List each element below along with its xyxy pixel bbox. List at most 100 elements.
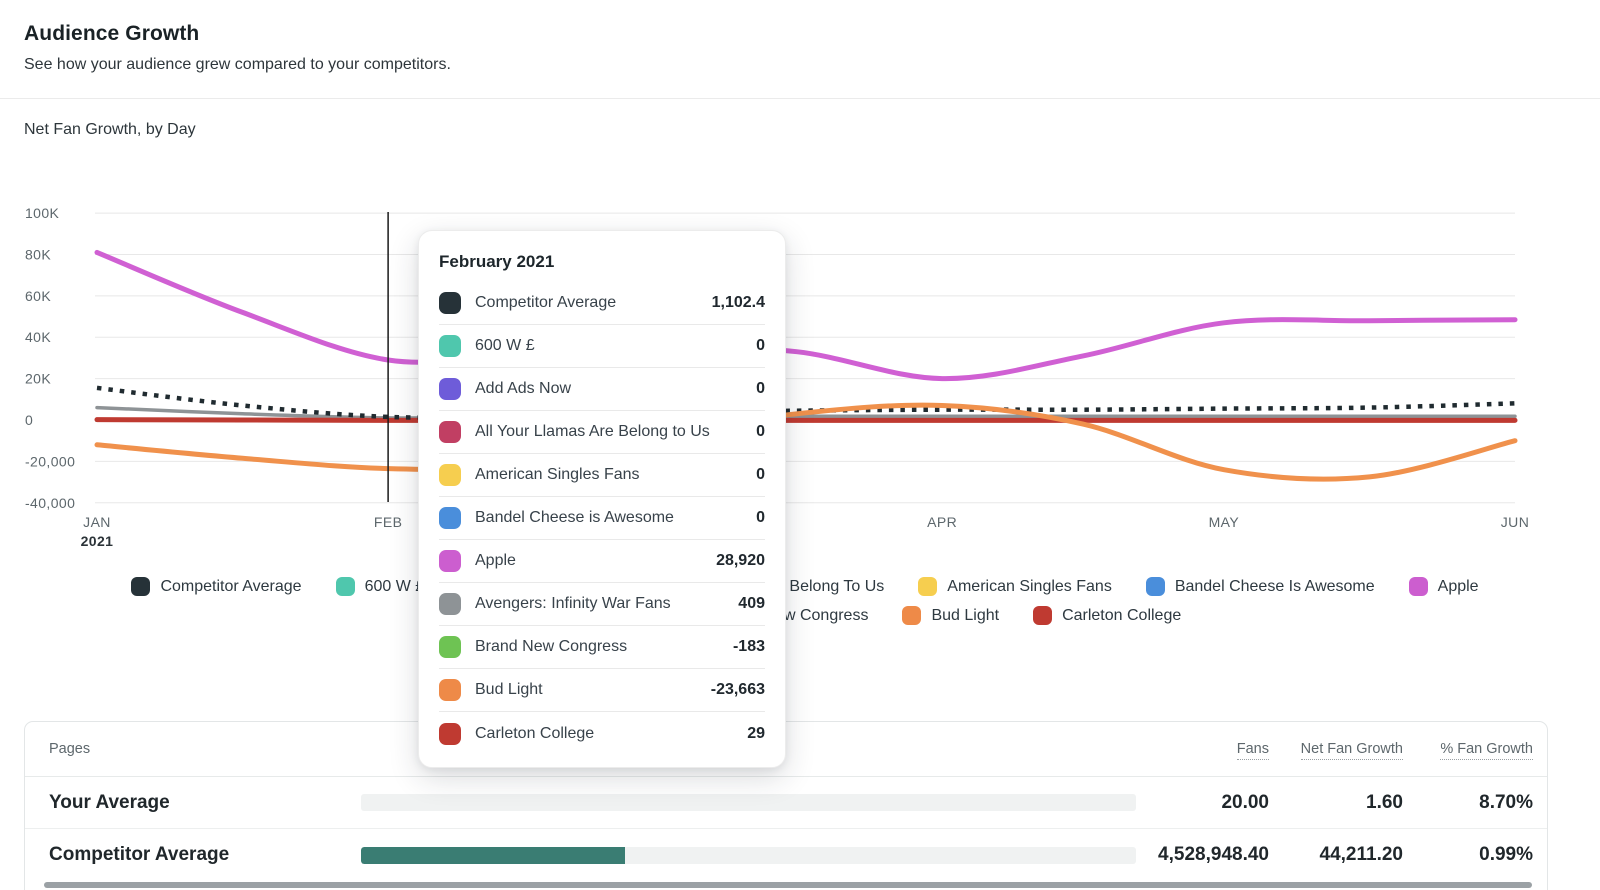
legend-swatch-icon bbox=[1033, 606, 1053, 625]
tooltip-series-value: -23,663 bbox=[710, 681, 765, 698]
tooltip-series-label: Apple bbox=[475, 552, 516, 569]
series-swatch-icon bbox=[439, 421, 461, 443]
legend-item-label: Bandel Cheese Is Awesome bbox=[1174, 577, 1375, 595]
table-header-row: Pages Fans Net Fan Growth % Fan Growth bbox=[25, 722, 1547, 777]
fans-value: 4,528,948.40 bbox=[1158, 844, 1269, 865]
legend-swatch-icon bbox=[131, 577, 151, 596]
fans-bar-cell bbox=[361, 846, 1136, 864]
legend-item-american-singles-fans[interactable]: American Singles Fans bbox=[918, 577, 1112, 596]
series-swatch-icon bbox=[439, 679, 461, 701]
legend-item-label: Carleton College bbox=[1062, 606, 1182, 624]
series-swatch-icon bbox=[439, 292, 461, 314]
series-swatch-icon bbox=[439, 636, 461, 658]
tooltip-series-label: Carleton College bbox=[475, 724, 595, 742]
y-axis-label: 60K bbox=[25, 288, 51, 304]
legend-item-label: American Singles Fans bbox=[947, 577, 1112, 595]
chart-legend: Competitor Average 600 W £ Add Ads Now A… bbox=[90, 577, 1520, 625]
legend-item-label: Apple bbox=[1437, 577, 1479, 595]
tooltip-series-value: 1,102.4 bbox=[711, 294, 765, 311]
tooltip-series-label: All Your Llamas Are Belong to Us bbox=[475, 423, 710, 440]
tooltip-row: Bud Light -23,663 bbox=[439, 669, 765, 712]
legend-item-bud-light[interactable]: Bud Light bbox=[902, 606, 999, 625]
legend-item-competitor-average[interactable]: Competitor Average bbox=[131, 577, 302, 596]
pct-fan-growth-column-header[interactable]: % Fan Growth bbox=[1403, 741, 1533, 760]
legend-swatch-icon bbox=[918, 577, 938, 596]
tooltip-row: Avengers: Infinity War Fans 409 bbox=[439, 583, 765, 626]
fans-column-header-label[interactable]: Fans bbox=[1236, 741, 1269, 760]
pct-fan-growth-value: 0.99% bbox=[1479, 844, 1533, 865]
legend-row-1: Competitor Average 600 W £ Add Ads Now A… bbox=[90, 577, 1520, 596]
legend-swatch-icon bbox=[1145, 577, 1165, 596]
tooltip-row: Add Ads Now 0 bbox=[439, 368, 765, 411]
y-axis-label: -40,000 bbox=[25, 495, 75, 511]
pct-fan-growth-column-header-label[interactable]: % Fan Growth bbox=[1440, 741, 1533, 760]
tooltip-series-value: 0 bbox=[756, 337, 765, 354]
x-axis-year-label: 2021 bbox=[81, 533, 114, 549]
chart-hover-tooltip: February 2021 Competitor Average 1,102.4… bbox=[418, 230, 786, 768]
table-horizontal-scrollbar[interactable] bbox=[44, 882, 1532, 888]
fans-bar-track bbox=[361, 794, 1136, 811]
series-swatch-icon bbox=[439, 593, 461, 615]
tooltip-series-label: Bud Light bbox=[475, 681, 543, 698]
legend-item-label: Competitor Average bbox=[160, 577, 302, 595]
tooltip-series-value: 0 bbox=[756, 380, 765, 397]
table-row-competitor-average: Competitor Average 4,528,948.40 44,211.2… bbox=[25, 829, 1547, 881]
legend-item-carleton-college[interactable]: Carleton College bbox=[1033, 606, 1181, 625]
net-fan-growth-column-header[interactable]: Net Fan Growth bbox=[1269, 741, 1403, 760]
net-fan-growth-column-header-label[interactable]: Net Fan Growth bbox=[1300, 741, 1403, 760]
tooltip-series-label: Brand New Congress bbox=[475, 638, 628, 655]
tooltip-series-value: 28,920 bbox=[716, 552, 765, 569]
series-line-carleton-college[interactable] bbox=[94, 417, 1518, 423]
series-swatch-icon bbox=[439, 464, 461, 486]
tooltip-row: Competitor Average 1,102.4 bbox=[439, 282, 765, 325]
legend-item-bandel-cheese[interactable]: Bandel Cheese Is Awesome bbox=[1145, 577, 1375, 596]
series-swatch-icon bbox=[439, 722, 461, 745]
tooltip-series-label: Avengers: Infinity War Fans bbox=[475, 595, 671, 612]
x-axis-label: FEB bbox=[374, 514, 402, 530]
y-axis-label: -20,000 bbox=[25, 453, 75, 469]
tooltip-title: February 2021 bbox=[439, 252, 555, 271]
tooltip-row: Bandel Cheese is Awesome 0 bbox=[439, 497, 765, 540]
legend-item-label: 600 W £ bbox=[364, 577, 425, 595]
tooltip-series-value: 29 bbox=[747, 724, 765, 742]
fans-value: 20.00 bbox=[1221, 791, 1269, 813]
legend-swatch-icon bbox=[335, 577, 355, 596]
tooltip-row: 600 W £ 0 bbox=[439, 325, 765, 368]
legend-item-apple[interactable]: Apple bbox=[1408, 577, 1479, 596]
tooltip-row: All Your Llamas Are Belong to Us 0 bbox=[439, 411, 765, 454]
net-fan-growth-chart[interactable]: 100K 80K 60K 40K 20K 0 -20,000 -40,000 JAN 2021 FE… bbox=[0, 0, 1600, 560]
table-row-your-average: Your Average 20.00 1.60 8.70% bbox=[25, 777, 1547, 829]
fans-bar-cell bbox=[361, 794, 1136, 811]
series-swatch-icon bbox=[439, 378, 461, 400]
pct-fan-growth-value: 8.70% bbox=[1479, 791, 1533, 813]
tooltip-series-value: 0 bbox=[756, 509, 765, 526]
x-axis-label: MAY bbox=[1209, 514, 1240, 530]
net-fan-growth-value: 44,211.20 bbox=[1319, 844, 1403, 865]
legend-swatch-icon bbox=[902, 606, 922, 625]
x-axis-label: JAN bbox=[83, 514, 111, 530]
y-axis-label: 40K bbox=[25, 329, 51, 345]
legend-item-600-w[interactable]: 600 W £ bbox=[335, 577, 425, 596]
y-axis-label: 20K bbox=[25, 371, 51, 387]
tooltip-series-value: 409 bbox=[738, 595, 765, 612]
fans-column-header[interactable]: Fans bbox=[1136, 741, 1269, 760]
y-axis-label: 80K bbox=[25, 246, 51, 262]
y-axis-label: 0 bbox=[25, 412, 33, 428]
tooltip-row: Brand New Congress -183 bbox=[439, 626, 765, 669]
tooltip-row: American Singles Fans 0 bbox=[439, 454, 765, 497]
legend-row-2: Avengers: Infinity War Fans Brand New Co… bbox=[90, 606, 1520, 625]
tooltip-series-value: 0 bbox=[756, 423, 765, 440]
fans-bar-fill bbox=[361, 846, 625, 864]
legend-swatch-icon bbox=[1408, 577, 1428, 596]
series-swatch-icon bbox=[439, 550, 461, 572]
y-axis-label: 100K bbox=[25, 205, 60, 221]
fans-bar-track bbox=[361, 846, 1136, 864]
series-swatch-icon bbox=[439, 335, 461, 357]
series-line-apple[interactable] bbox=[94, 249, 1518, 382]
legend-item-label: Bud Light bbox=[931, 606, 1000, 624]
x-axis-label: JUN bbox=[1501, 514, 1529, 530]
x-axis-label: APR bbox=[927, 514, 957, 530]
tooltip-series-label: Bandel Cheese is Awesome bbox=[475, 509, 674, 526]
tooltip-series-label: Competitor Average bbox=[475, 294, 617, 311]
pages-column-header: Pages bbox=[49, 741, 91, 757]
